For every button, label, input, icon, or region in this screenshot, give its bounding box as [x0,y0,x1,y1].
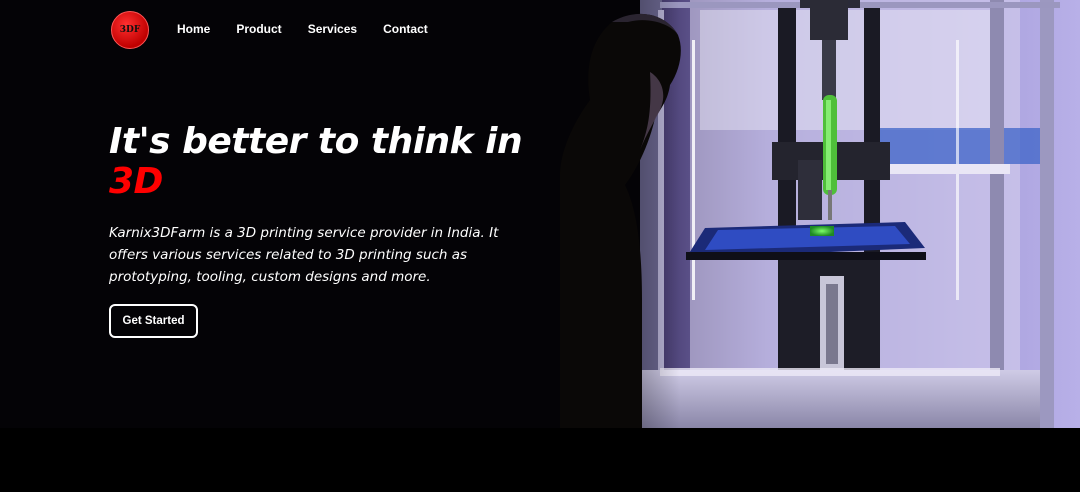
hero-section: 3DF Home Product Services Contact It's b… [0,0,1080,428]
hero-background-image [520,0,1080,428]
nav-item-contact[interactable]: Contact [383,22,428,36]
nav-item-home[interactable]: Home [177,22,210,36]
nav-item-product[interactable]: Product [236,22,281,36]
brand-logo-text: 3DF [119,25,141,35]
hero-headline-accent: 3D [109,161,163,202]
main-nav: Home Product Services Contact [177,22,454,36]
nav-item-services[interactable]: Services [308,22,357,36]
page-bottom-band [0,428,1080,492]
hero-description: Karnix3DFarm is a 3D printing service pr… [109,225,499,285]
hero-headline: It's better to think in 3D [109,121,523,202]
hero-headline-text: It's better to think in [109,121,523,162]
get-started-button[interactable]: Get Started [109,304,198,338]
brand-logo[interactable]: 3DF [111,11,149,49]
